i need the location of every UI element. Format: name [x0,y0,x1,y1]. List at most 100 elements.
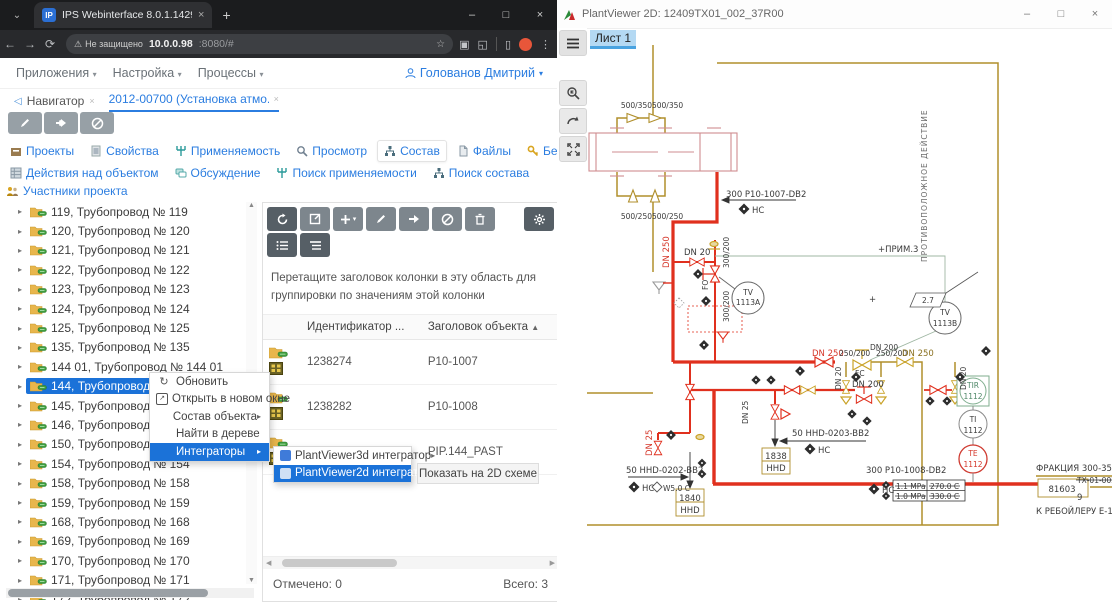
rotate-button[interactable] [559,108,587,134]
tab-object-actions[interactable]: Действия над объектом [4,163,165,183]
expand-caret-icon[interactable]: ▸ [14,246,26,255]
downloads-icon[interactable]: ▣ [459,38,469,51]
expand-caret-icon[interactable]: ▸ [14,440,26,449]
submenu-item[interactable]: PlantViewer2d интегратор ▸ [274,465,411,483]
close-button[interactable]: × [1078,8,1112,20]
context-menu-item[interactable]: ↗ Открыть в новом окне [150,391,269,409]
expand-caret-icon[interactable]: ▸ [14,556,26,565]
tab-close-icon[interactable]: × [198,9,204,21]
tree-item[interactable]: ▸ 159, Трубопровод № 159 [6,493,258,512]
maximize-button[interactable]: □ [1044,8,1078,20]
block-row-button[interactable] [432,207,462,231]
forward-action-button[interactable] [44,112,78,134]
scrollbar-thumb[interactable] [282,559,397,567]
expand-caret-icon[interactable]: ▸ [14,265,26,274]
menu-applications[interactable]: Приложения ▾ [16,66,97,80]
settings-button[interactable] [524,207,554,231]
tree-item[interactable]: ▸ 171, Трубопровод № 171 [6,570,258,589]
scroll-left-icon[interactable]: ◀ [263,559,274,567]
block-button[interactable] [80,112,114,134]
tab-discussion[interactable]: Обсуждение [169,163,267,183]
address-bar[interactable]: ⚠ Не защищено 10.0.0.98 :8080/# ☆ [66,34,453,54]
move-button[interactable] [399,207,429,231]
extensions-icon[interactable]: ◱ [478,38,488,51]
expand-caret-icon[interactable]: ▸ [14,576,26,585]
edit-row-button[interactable] [366,207,396,231]
back-button[interactable]: ← [0,37,20,51]
context-menu-item[interactable]: ↻ Обновить [150,373,269,391]
tree-item[interactable]: ▸ 158, Трубопровод № 158 [6,473,258,492]
security-badge[interactable]: ⚠ Не защищено [74,39,143,50]
grid-horizontal-scrollbar[interactable]: ◀▶ [263,556,558,569]
tab-files[interactable]: Файлы [451,140,517,162]
tree-item[interactable]: ▸ 135, Трубопровод № 135 [6,338,258,357]
bookmark-star-icon[interactable]: ☆ [436,39,445,50]
dropdown-caret-icon[interactable]: ▾ [353,215,357,223]
tab-properties[interactable]: Свойства [84,140,165,162]
tree-item[interactable]: ▸ 121, Трубопровод № 121 [6,241,258,260]
side-panel-icon[interactable]: ▯ [505,38,511,51]
context-menu-item[interactable]: Состав объекта ▸ [150,408,269,426]
tree-item[interactable]: ▸ 169, Трубопровод № 169 [6,532,258,551]
forward-button[interactable]: → [20,37,40,51]
tree-item[interactable]: ▸ 170, Трубопровод № 170 [6,551,258,570]
expand-caret-icon[interactable]: ▸ [14,285,26,294]
table-row[interactable]: 1238282 P10-1008 [263,384,558,429]
close-button[interactable]: × [523,9,557,21]
edit-button[interactable] [8,112,42,134]
tree-item[interactable]: ▸ 124, Трубопровод № 124 [6,299,258,318]
compact-view-button[interactable] [300,233,330,257]
reload-button[interactable]: ⟳ [40,37,60,51]
tab-document[interactable]: 2012-00700 (Установка атмо...× [109,92,279,112]
expand-caret-icon[interactable]: ▸ [14,459,26,468]
tree-item[interactable]: ▸ 119, Трубопровод № 119 [6,202,258,221]
tab-search-chevron-icon[interactable]: ⌄ [6,4,28,26]
expand-caret-icon[interactable]: ▸ [14,304,26,313]
scrollbar-thumb[interactable] [8,589,208,597]
scroll-down-icon[interactable]: ▼ [248,577,255,584]
open-in-window-button[interactable] [300,207,330,231]
expand-caret-icon[interactable]: ▸ [14,401,26,410]
tab-search-applicability[interactable]: Поиск применяемости [270,163,422,183]
tab-projects[interactable]: Проекты [4,140,80,162]
expand-caret-icon[interactable]: ▸ [14,479,26,488]
scroll-up-icon[interactable]: ▲ [248,202,255,209]
tree-item[interactable]: ▸ 122, Трубопровод № 122 [6,260,258,279]
menu-settings[interactable]: Настройка ▾ [113,66,182,80]
minimize-button[interactable]: – [455,9,489,21]
project-participants-link[interactable]: Участники проекта [6,184,128,198]
expand-caret-icon[interactable]: ▸ [14,362,26,371]
tree-item[interactable]: ▸ 125, Трубопровод № 125 [6,318,258,337]
expand-caret-icon[interactable]: ▸ [14,324,26,333]
tree-item[interactable]: ▸ 120, Трубопровод № 120 [6,221,258,240]
list-view-button[interactable] [267,233,297,257]
tree-item[interactable]: ▸ 168, Трубопровод № 168 [6,512,258,531]
tab-applicability[interactable]: Применяемость [169,140,286,162]
new-tab-button[interactable]: + [222,7,230,23]
kebab-menu-icon[interactable]: ⋮ [540,38,551,51]
expand-caret-icon[interactable]: ▸ [14,420,26,429]
expand-caret-icon[interactable]: ▸ [14,227,26,236]
submenu-item[interactable]: PlantViewer3d интегратор ▸ [274,447,411,465]
delete-button[interactable] [465,207,495,231]
sheet-tab[interactable]: Лист 1 [590,30,636,49]
expand-caret-icon[interactable]: ▸ [14,207,26,216]
tab-view[interactable]: Просмотр [290,140,373,162]
tab-composition[interactable]: Состав [377,140,447,162]
tab-navigator[interactable]: ◁Навигатор× [14,94,95,112]
tab-search-composition[interactable]: Поиск состава [427,163,535,183]
refresh-button[interactable] [267,207,297,231]
tree-item[interactable]: ▸ 123, Трубопровод № 123 [6,280,258,299]
menu-processes[interactable]: Процессы ▾ [198,66,264,80]
context-menu-item[interactable]: Найти в дереве [150,426,269,444]
tab-close-icon[interactable]: × [274,94,279,104]
tree-horizontal-scrollbar[interactable] [6,588,254,598]
expand-caret-icon[interactable]: ▸ [14,537,26,546]
minimize-button[interactable]: – [1010,8,1044,20]
add-button[interactable]: ▾ [333,207,363,231]
zoom-search-button[interactable] [559,80,587,106]
expand-caret-icon[interactable]: ▸ [14,382,26,391]
column-header-id[interactable]: Идентификатор ... [301,315,422,340]
context-menu-item[interactable]: Интеграторы ▸ [150,443,269,461]
expand-caret-icon[interactable]: ▸ [14,498,26,507]
